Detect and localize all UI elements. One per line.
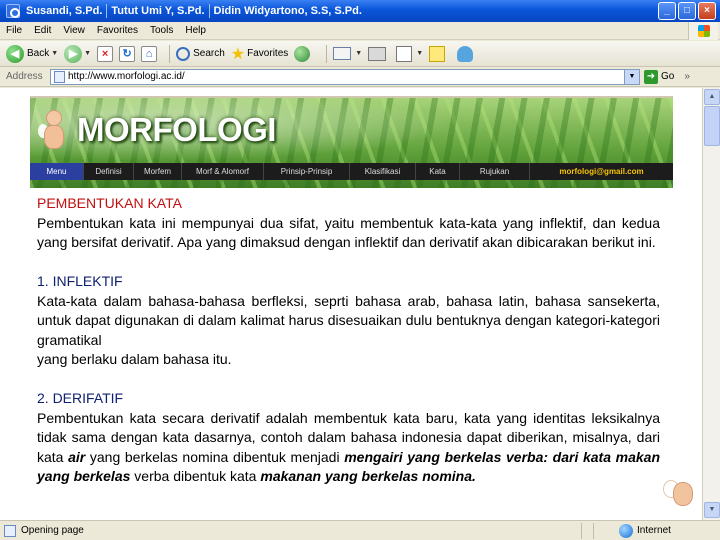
address-input[interactable]: http://www.morfologi.ac.id/ ▼ <box>50 68 640 85</box>
menu-help[interactable]: Help <box>185 25 206 36</box>
vertical-scrollbar[interactable]: ▲ ▼ <box>702 88 720 520</box>
menu-tools[interactable]: Tools <box>150 25 173 36</box>
mail-dropdown-icon[interactable]: ▼ <box>355 50 362 57</box>
mail-button[interactable]: ▼ <box>333 47 362 60</box>
status-bar: Opening page Internet <box>0 520 720 540</box>
messenger-icon[interactable] <box>457 45 474 62</box>
favorites-button[interactable]: ★ Favorites <box>231 44 288 64</box>
forward-arrow-icon: ▶ <box>64 44 83 63</box>
search-label: Search <box>193 48 225 59</box>
derifatif-part-2: yang berkelas nomina dibentuk menjadi <box>85 448 345 465</box>
nav-prinsip[interactable]: Prinsip-Prinsip <box>264 163 350 180</box>
title-bar: Susandi, S.Pd. Tutut Umi Y, S.Pd. Didin Wi… <box>0 0 720 22</box>
edit-icon <box>396 45 413 62</box>
section-inflektif-text-end: yang berlaku dalam bahasa itu. <box>37 351 232 367</box>
menu-edit[interactable]: Edit <box>34 25 51 36</box>
back-arrow-icon: ◀ <box>6 44 24 63</box>
history-icon[interactable] <box>294 45 311 62</box>
zone-label: Internet <box>637 525 671 536</box>
scroll-down-icon[interactable]: ▼ <box>704 502 720 518</box>
discuss-icon[interactable] <box>429 45 446 62</box>
menu-favorites[interactable]: Favorites <box>97 25 138 36</box>
toolbar-divider <box>169 44 171 63</box>
derifatif-makanan: makanan yang berkelas nomina. <box>260 468 476 484</box>
nav-morfem[interactable]: Morfem <box>134 163 182 180</box>
menu-bar: File Edit View Favorites Tools Help <box>0 22 720 40</box>
title-author-2: Tutut Umi Y, S.Pd. <box>111 4 205 17</box>
title-author-1: Susandi, S.Pd. <box>26 4 103 17</box>
globe-icon <box>619 523 633 538</box>
scroll-up-icon[interactable]: ▲ <box>704 89 720 105</box>
section-inflektif-text: Kata-kata dalam bahasa-bahasa berfleksi,… <box>37 292 660 348</box>
forward-dropdown-icon[interactable]: ▼ <box>84 50 91 57</box>
stop-icon[interactable]: × <box>97 45 114 62</box>
status-text: Opening page <box>21 525 84 536</box>
refresh-icon[interactable]: ↻ <box>119 45 136 62</box>
section-inflektif-heading: 1. INFLEKTIF <box>37 273 123 289</box>
cherub-image <box>38 110 68 158</box>
nav-email-link[interactable]: morfologi@gmail.com <box>530 163 673 180</box>
home-icon[interactable]: ⌂ <box>141 45 158 62</box>
section-derifatif-text: Pembentukan kata secara derivatif adalah… <box>37 409 660 487</box>
derifatif-air: air <box>68 448 86 465</box>
derifatif-part-3: verba dibentuk kata <box>130 468 261 484</box>
article-intro: Pembentukan kata ini mempunyai dua sifat… <box>37 214 660 251</box>
search-icon <box>176 46 191 61</box>
site-nav: Menu Definisi Morfem Morf & Alomorf Prin… <box>30 163 673 180</box>
menu-file[interactable]: File <box>6 25 22 36</box>
article: PEMBENTUKAN KATA Pembentukan kata ini me… <box>37 194 660 487</box>
close-button[interactable]: × <box>698 2 716 20</box>
back-button[interactable]: ◀ Back ▼ <box>6 44 58 63</box>
back-label: Back <box>27 48 50 59</box>
address-bar: Address http://www.morfologi.ac.id/ ▼ ➜ … <box>0 67 720 87</box>
address-dropdown-icon[interactable]: ▼ <box>624 69 639 84</box>
window-title: Susandi, S.Pd. Tutut Umi Y, S.Pd. Didin Wi… <box>26 4 362 18</box>
mail-icon <box>333 47 352 60</box>
nav-morf-alomorf[interactable]: Morf & Alomorf <box>182 163 264 180</box>
scroll-thumb[interactable] <box>704 106 720 146</box>
status-divider <box>581 522 593 539</box>
status-divider <box>593 522 605 539</box>
links-chevron[interactable]: » <box>684 71 690 82</box>
menu-view[interactable]: View <box>63 25 85 36</box>
windows-logo-icon <box>688 22 718 40</box>
maximize-button[interactable]: □ <box>678 2 696 20</box>
toolbar: ◀ Back ▼ ▶ ▼ × ↻ ⌂ Search ★ Favorites ▼ … <box>0 41 720 67</box>
address-url[interactable]: http://www.morfologi.ac.id/ <box>68 71 185 82</box>
favorites-label: Favorites <box>247 48 289 59</box>
security-zone: Internet <box>619 523 671 538</box>
toolbar-divider <box>326 44 328 63</box>
go-label: Go <box>661 71 675 82</box>
article-heading: PEMBENTUKAN KATA <box>37 195 182 211</box>
edit-button[interactable]: ▼ <box>396 45 423 62</box>
minimize-button[interactable]: _ <box>658 2 676 20</box>
cherub-decoration-image <box>663 474 697 514</box>
edit-dropdown-icon[interactable]: ▼ <box>416 50 423 57</box>
nav-klasifikasi[interactable]: Klasifikasi <box>350 163 416 180</box>
address-label: Address <box>6 71 43 82</box>
star-icon: ★ <box>230 45 246 63</box>
go-arrow-icon: ➜ <box>644 69 658 84</box>
page-icon <box>54 70 65 83</box>
forward-button[interactable]: ▶ ▼ <box>64 44 91 63</box>
nav-menu[interactable]: Menu <box>30 163 84 180</box>
search-button[interactable]: Search <box>176 46 225 61</box>
back-dropdown-icon[interactable]: ▼ <box>51 50 58 57</box>
go-button[interactable]: ➜ Go <box>644 69 675 84</box>
page-content: MORFOLOGI Menu Definisi Morfem Morf & Al… <box>0 88 702 520</box>
nav-rujukan[interactable]: Rujukan <box>460 163 530 180</box>
print-icon[interactable] <box>368 46 387 61</box>
nav-kata[interactable]: Kata <box>416 163 460 180</box>
ie-icon <box>6 4 20 18</box>
section-derifatif-heading: 2. DERIFATIF <box>37 390 124 406</box>
site-title: MORFOLOGI <box>77 111 276 148</box>
page-loading-icon <box>4 524 16 537</box>
nav-definisi[interactable]: Definisi <box>84 163 134 180</box>
title-author-3: Didin Widyartono, S.S, S.Pd. <box>213 4 362 17</box>
